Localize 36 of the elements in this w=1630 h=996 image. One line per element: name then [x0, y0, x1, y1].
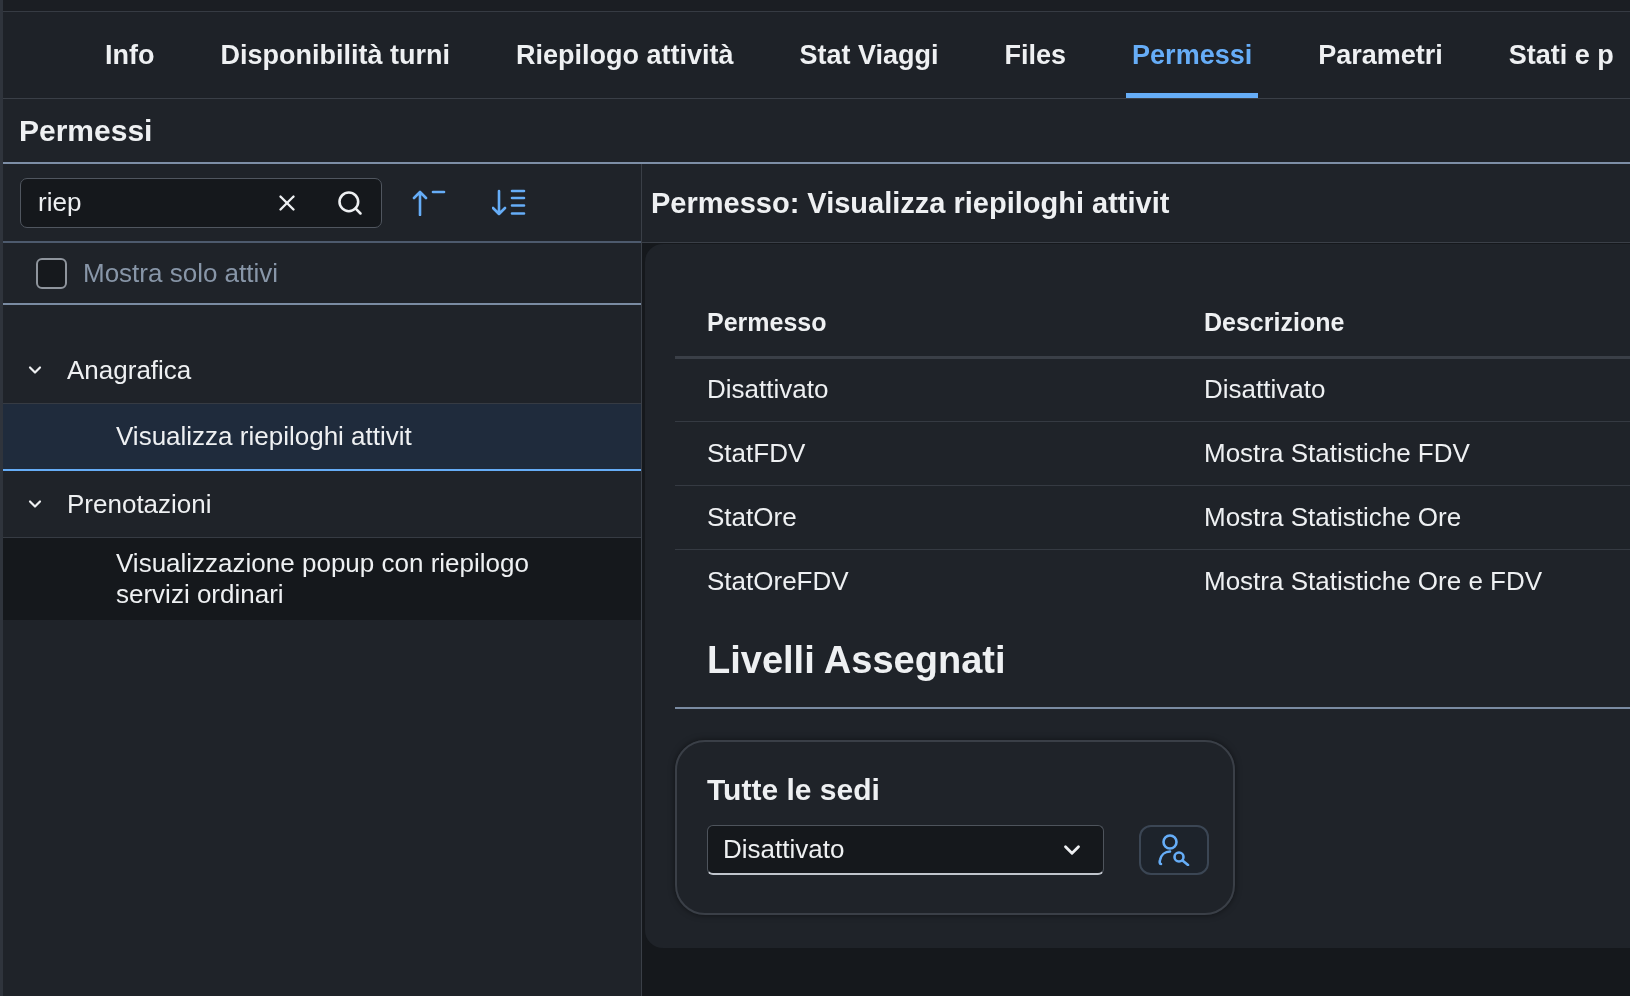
level-label: Tutte le sedi: [707, 773, 881, 807]
table-cell: StatOreFDV: [675, 549, 1172, 613]
detail-title: Permesso: Visualizza riepiloghi attivit: [651, 186, 1170, 220]
table-cell: StatOre: [675, 485, 1172, 549]
sort-descending-button[interactable]: [492, 189, 526, 216]
sort-descending-icon: [492, 189, 526, 216]
checkbox[interactable]: [36, 257, 67, 289]
search-field[interactable]: riep: [20, 177, 382, 228]
search-icon[interactable]: [336, 188, 364, 217]
tab[interactable]: Info: [99, 12, 161, 98]
dropdown-field[interactable]: Disattivato: [707, 825, 1104, 875]
user-search-button[interactable]: [1139, 825, 1209, 875]
section-heading: Livelli Assegnati: [707, 638, 1006, 682]
tree-item[interactable]: Visualizzazione popup con riepilogo servizi ordinari: [3, 538, 641, 620]
tab[interactable]: Parametri: [1312, 12, 1449, 98]
tree-item[interactable]: Visualizza riepiloghi attivit: [3, 404, 641, 471]
sort-ascending-button[interactable]: [412, 189, 446, 216]
tab[interactable]: Permessi: [1126, 12, 1259, 98]
table-cell: Mostra Statistiche FDV: [1172, 421, 1630, 485]
search-input[interactable]: riep: [38, 187, 238, 218]
tab[interactable]: Files: [998, 12, 1073, 98]
tab[interactable]: Stat Viaggi: [793, 12, 945, 98]
tab[interactable]: Disponibilità turni: [214, 12, 456, 98]
sort-ascending-icon: [412, 189, 446, 216]
page-title: Permessi: [19, 113, 153, 148]
column-header: Descrizione: [1172, 289, 1630, 357]
table-cell: Disattivato: [675, 357, 1172, 421]
person-search-icon: [1158, 834, 1190, 866]
tab[interactable]: Riepilogo attività: [510, 12, 740, 98]
table-cell: Mostra Statistiche Ore e FDV: [1172, 549, 1630, 613]
table-cell: Mostra Statistiche Ore: [1172, 485, 1630, 549]
checkbox-label: Mostra solo attivi: [83, 257, 279, 289]
table-cell: StatFDV: [675, 421, 1172, 485]
tab[interactable]: Stati e p: [1502, 12, 1620, 98]
table-cell: Disattivato: [1172, 357, 1630, 421]
column-header: Permesso: [675, 289, 1172, 357]
